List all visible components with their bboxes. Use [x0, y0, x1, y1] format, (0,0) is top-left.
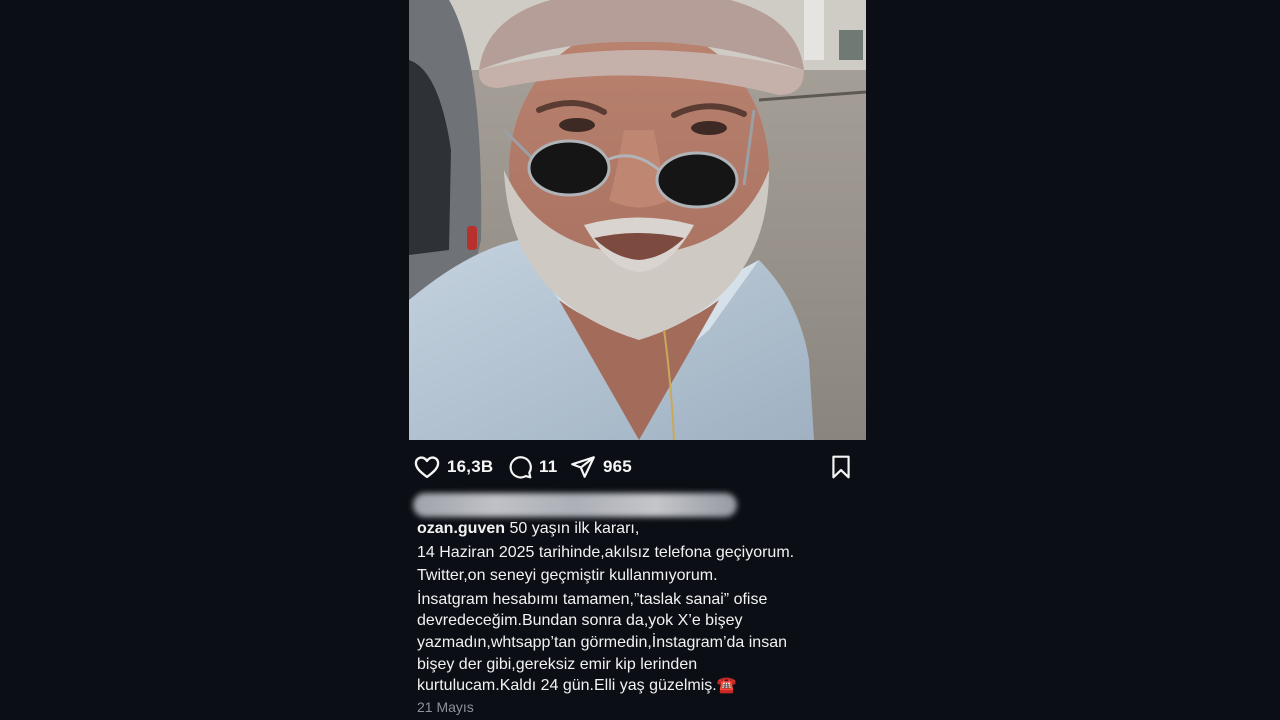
share-button[interactable]: 965 — [569, 450, 632, 484]
post-photo[interactable] — [409, 0, 866, 440]
post-date: 21 Mayıs — [417, 699, 474, 715]
heart-icon — [414, 456, 440, 479]
caption-text: 50 yaşın ilk kararı, — [509, 520, 640, 537]
bookmark-icon — [832, 455, 850, 479]
caption-line: devredeceğim.Bundan sonra da,yok X’e biş… — [417, 612, 743, 630]
caption-line: İnsatgram hesabımı tamamen,”taslak sanai… — [417, 590, 768, 608]
share-count[interactable]: 965 — [603, 457, 632, 477]
caption-line: bişey der gibi,gereksiz emir kip lerinde… — [417, 655, 698, 673]
post-actions-bar: 16,3B 11 965 — [409, 450, 866, 484]
post-caption: ozan.guven 50 yaşın ilk kararı, 14 Hazir… — [417, 518, 857, 697]
like-count[interactable]: 16,3B — [447, 457, 493, 477]
comment-count[interactable]: 11 — [539, 457, 557, 477]
caption-line: 14 Haziran 2025 tarihinde,akılsız telefo… — [417, 543, 795, 561]
caption-line: kurtulucam.Kaldı 24 gün.Elli yaş güzelmi… — [417, 677, 737, 695]
instagram-post: 16,3B 11 965 ozan.guven 50 yaşın ilk kar… — [409, 0, 866, 720]
caption-line: Twitter,on seneyi geçmiştir kullanmıyoru… — [417, 567, 718, 585]
selfie-image — [409, 0, 866, 440]
paper-plane-icon — [571, 456, 595, 478]
save-button[interactable] — [828, 450, 854, 484]
caption-username[interactable]: ozan.guven — [417, 520, 505, 537]
blurred-liked-by-line — [413, 493, 737, 517]
caption-line: ozan.guven 50 yaşın ilk kararı, — [417, 518, 857, 540]
caption-line: yazmadın,whtsapp’tan görmedin,İnstagram’… — [417, 633, 787, 651]
comment-bubble-icon — [509, 456, 532, 479]
comment-button[interactable]: 11 — [507, 450, 557, 484]
like-button[interactable]: 16,3B — [413, 450, 493, 484]
